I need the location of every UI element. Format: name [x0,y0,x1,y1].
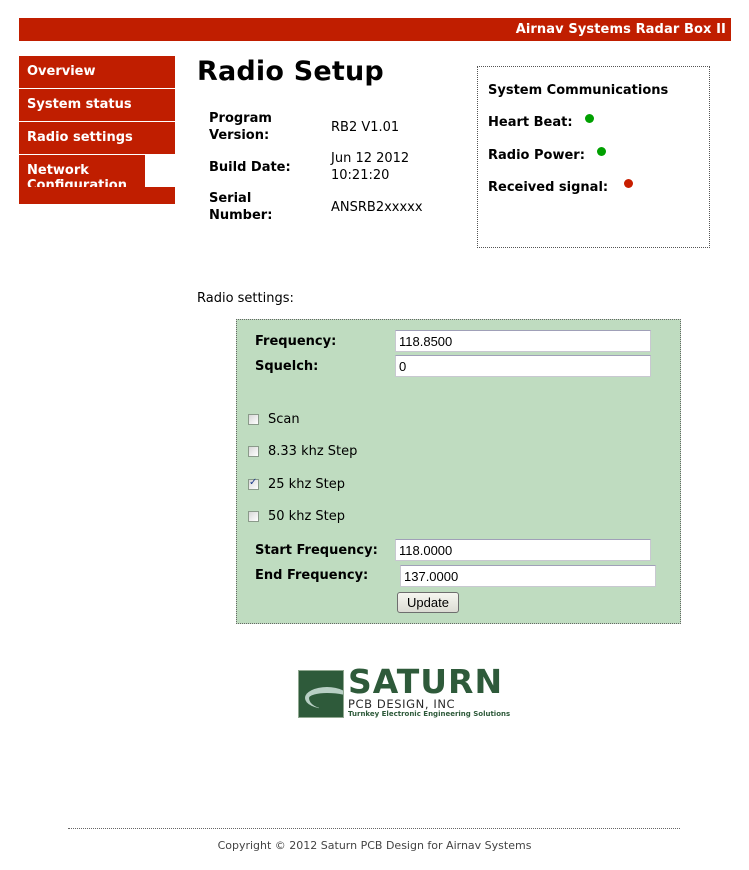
app-title: Airnav Systems Radar Box II [515,22,726,37]
scan-label: Scan [268,412,300,427]
footer-copyright: Copyright © 2012 Saturn PCB Design for A… [217,839,532,852]
program-version-label: Program Version: [209,111,272,143]
serial-number-label: Serial Number: [209,191,273,223]
received-signal-status-icon [624,179,634,188]
sidebar-nav: Overview System status Radio settings Ne… [19,56,175,201]
start-frequency-input[interactable] [395,539,651,561]
logo-tagline: Turnkey Electronic Engineering Solutions [348,710,511,718]
radio-power-label: Radio Power: [488,148,585,163]
logo-subtitle: PCB DESIGN, INC [348,697,456,711]
heart-beat-label: Heart Beat: [488,115,573,130]
logo-swoosh-icon [305,687,343,709]
step-8-33-label: 8.33 khz Step [268,444,358,459]
program-version-row: Program Version: RB2 V1.01 [209,110,426,144]
communications-title: System Communications [488,83,669,98]
radio-power-status-icon [596,147,606,156]
saturn-logo-mark-icon [298,670,344,718]
sidebar-item-radio-settings[interactable]: Radio settings [19,122,175,155]
start-frequency-label: Start Frequency: [255,543,378,558]
radio-power-row: Radio Power: [488,147,606,163]
build-date-value: Jun 12 2012 10:21:20 [331,151,410,183]
step-50-option[interactable]: 50 khz Step [248,509,345,524]
squelch-label: Squelch: [255,359,319,374]
scan-option[interactable]: Scan [248,412,300,427]
heart-beat-status-icon [584,114,594,123]
page-title: Radio Setup [197,56,384,87]
frequency-input[interactable] [395,330,651,352]
step-8-33-checkbox[interactable] [248,446,259,457]
end-frequency-label: End Frequency: [255,568,369,583]
build-date-label: Build Date: [209,159,291,175]
radio-settings-heading: Radio settings: [197,291,294,306]
squelch-input[interactable] [395,355,651,377]
scan-checkbox[interactable] [248,414,259,425]
step-25-checkbox[interactable] [248,477,259,490]
step-25-label: 25 khz Step [268,477,345,492]
update-button[interactable]: Update [397,592,459,613]
footer-divider [68,828,680,829]
heart-beat-row: Heart Beat: [488,114,594,130]
received-signal-row: Received signal: [488,179,634,195]
saturn-logo: SATURN PCB DESIGN, INC Turnkey Electroni… [298,664,518,720]
step-50-checkbox[interactable] [248,511,259,522]
sidebar-filler [19,187,175,204]
sidebar-item-overview[interactable]: Overview [19,56,175,89]
radio-settings-form: Frequency: Squelch: Scan 8.33 khz Step 2… [236,319,681,624]
step-50-label: 50 khz Step [268,509,345,524]
end-frequency-input[interactable] [400,565,656,587]
frequency-label: Frequency: [255,334,337,349]
received-signal-label: Received signal: [488,180,609,195]
header-bar: Airnav Systems Radar Box II [19,18,731,41]
logo-name: SATURN [348,662,504,701]
build-date-row: Build Date: Jun 12 2012 10:21:20 [209,150,426,184]
system-communications-panel: System Communications Heart Beat: Radio … [477,66,710,248]
program-version-value: RB2 V1.01 [331,119,400,135]
step-8-33-option[interactable]: 8.33 khz Step [248,444,357,459]
step-25-option[interactable]: 25 khz Step [248,477,345,492]
serial-number-value: ANSRB2xxxxx [331,199,423,215]
serial-number-row: Serial Number: ANSRB2xxxxx [209,190,426,224]
device-info: Program Version: RB2 V1.01 Build Date: J… [209,110,426,230]
sidebar-item-system-status[interactable]: System status [19,89,175,122]
